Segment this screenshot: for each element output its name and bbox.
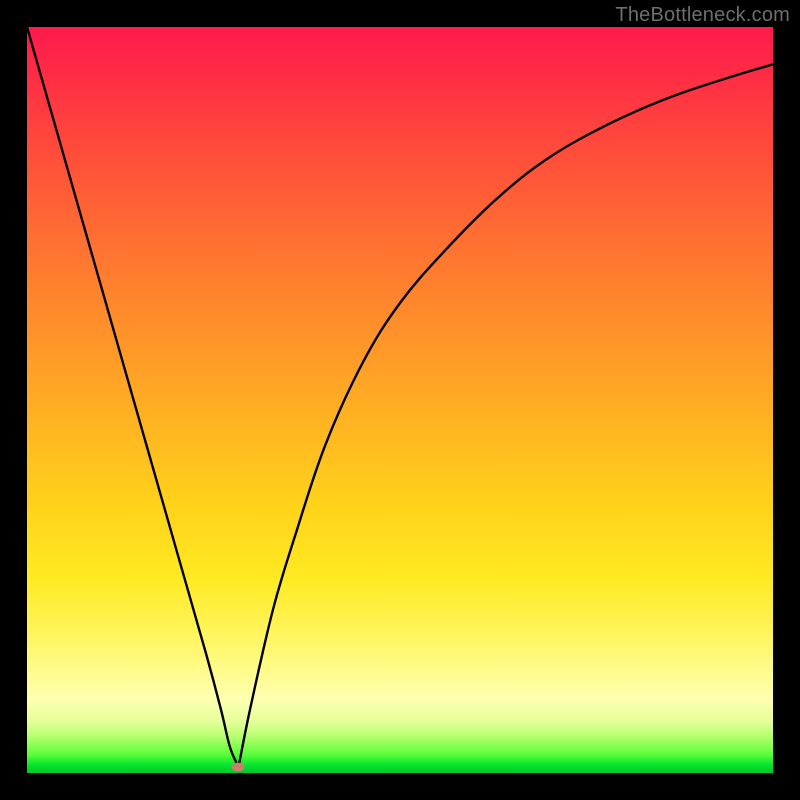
- watermark-text: TheBottleneck.com: [615, 4, 790, 27]
- bottleneck-curve: [27, 27, 773, 773]
- optimum-marker: [232, 763, 245, 772]
- curve-left-branch: [27, 27, 238, 767]
- curve-right-branch: [238, 64, 773, 767]
- plot-area: [27, 27, 773, 773]
- chart-container: TheBottleneck.com: [0, 0, 800, 800]
